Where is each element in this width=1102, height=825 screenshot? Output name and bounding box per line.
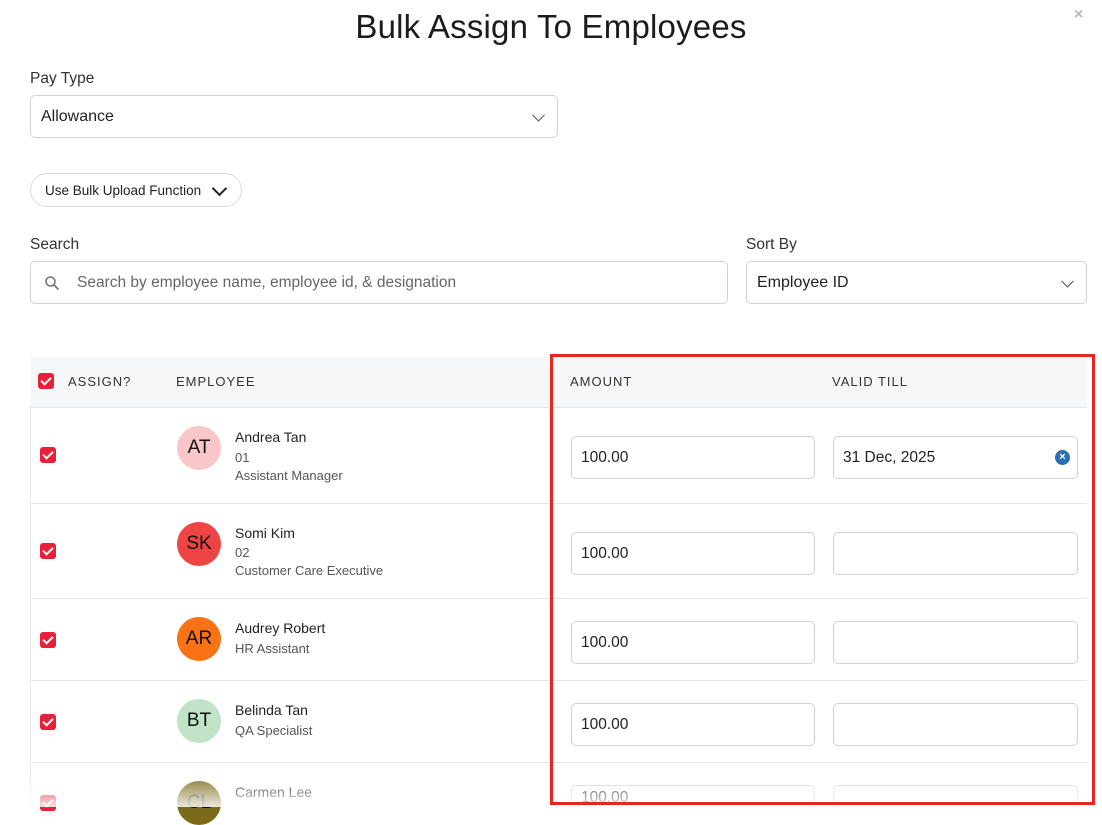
bulk-upload-label: Use Bulk Upload Function [45, 182, 202, 198]
employee-name: Belinda Tan [235, 702, 308, 718]
valid-till-input[interactable] [833, 785, 1078, 807]
employee-designation: HR Assistant [235, 641, 310, 656]
chevron-down-icon [532, 108, 545, 122]
select-all-checkbox[interactable] [38, 373, 54, 389]
avatar: CL [177, 781, 221, 825]
valid-till-input[interactable] [833, 703, 1078, 746]
sort-by-value: Employee ID [757, 273, 849, 291]
employee-name: Andrea Tan [235, 429, 307, 445]
amount-input[interactable]: 100.00 [571, 703, 815, 746]
search-label: Search [30, 236, 80, 253]
valid-till-input[interactable]: 31 Dec, 2025 × [833, 436, 1078, 479]
assign-checkbox[interactable] [40, 543, 56, 559]
valid-till-value: 31 Dec, 2025 [843, 448, 936, 466]
sort-by-label: Sort By [746, 236, 797, 253]
amount-input[interactable]: 100.00 [571, 785, 815, 807]
search-icon [45, 276, 59, 290]
employee-id: 02 [235, 545, 250, 560]
assign-checkbox[interactable] [40, 714, 56, 730]
amount-input[interactable]: 100.00 [571, 621, 815, 664]
avatar: BT [177, 699, 221, 743]
employee-designation: Customer Care Executive [235, 563, 384, 578]
chevron-down-icon [1061, 274, 1074, 288]
sort-by-select[interactable]: Employee ID [746, 261, 1087, 304]
employee-name: Carmen Lee [235, 784, 313, 800]
amount-input[interactable]: 100.00 [571, 436, 815, 479]
employee-designation: QA Specialist [235, 723, 313, 738]
employee-name: Somi Kim [235, 525, 295, 541]
employee-name: Audrey Robert [235, 620, 326, 636]
valid-till-input[interactable] [833, 621, 1078, 664]
assign-checkbox[interactable] [40, 447, 56, 463]
search-box[interactable] [30, 261, 728, 304]
employee-id: 01 [235, 450, 250, 465]
avatar: AT [177, 426, 221, 470]
column-header-amount: AMOUNT [570, 374, 633, 389]
bulk-upload-toggle[interactable]: Use Bulk Upload Function [30, 173, 242, 207]
chevron-down-icon [211, 180, 228, 197]
pay-type-select[interactable]: Allowance [30, 95, 558, 138]
employee-designation: Assistant Manager [235, 468, 343, 483]
avatar: AR [177, 617, 221, 661]
column-header-valid-till: VALID TILL [832, 374, 908, 389]
clear-date-icon[interactable]: × [1055, 450, 1070, 465]
dialog-title: Bulk Assign To Employees [355, 8, 747, 45]
avatar: SK [177, 522, 221, 566]
assign-checkbox[interactable] [40, 632, 56, 648]
column-header-assign: ASSIGN? [68, 374, 132, 389]
close-icon[interactable]: × [1074, 6, 1083, 24]
search-input[interactable] [75, 272, 699, 293]
pay-type-label: Pay Type [30, 70, 95, 87]
assign-checkbox[interactable] [40, 795, 56, 811]
amount-input[interactable]: 100.00 [571, 532, 815, 575]
column-header-employee: EMPLOYEE [176, 374, 256, 389]
pay-type-value: Allowance [41, 107, 114, 125]
valid-till-input[interactable] [833, 532, 1078, 575]
